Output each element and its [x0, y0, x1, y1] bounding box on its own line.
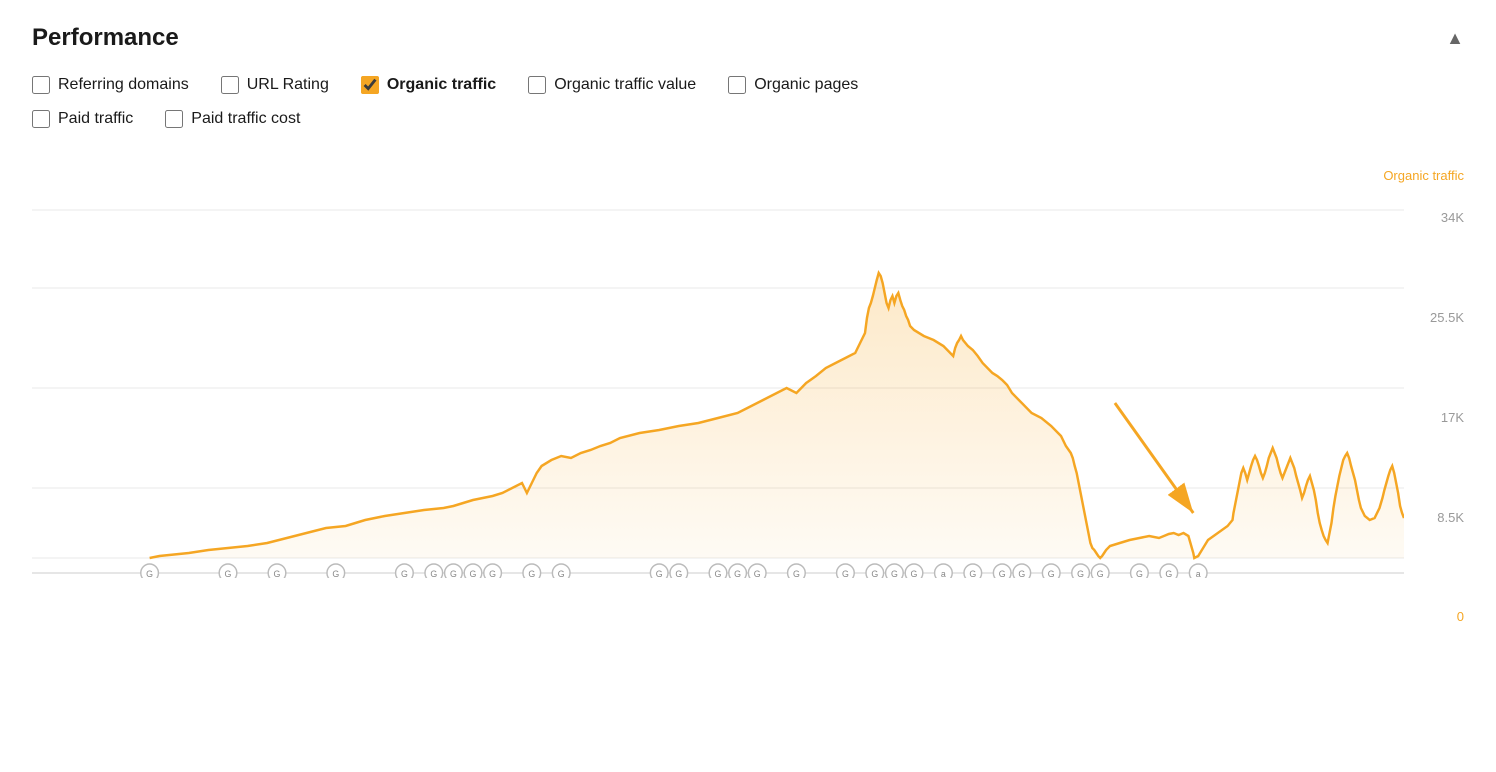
y-label-34k: 34K	[1441, 210, 1464, 225]
svg-text:G: G	[146, 569, 153, 578]
filter-paid-traffic[interactable]: Paid traffic	[32, 110, 133, 128]
svg-text:G: G	[332, 569, 339, 578]
filter-row-2: Paid traffic Paid traffic cost	[32, 110, 1464, 128]
y-label-17k: 17K	[1441, 410, 1464, 425]
svg-text:G: G	[450, 569, 457, 578]
chart-svg: G G G G G G G G G G	[32, 188, 1404, 578]
svg-text:G: G	[1136, 569, 1143, 578]
filter-organic-traffic[interactable]: Organic traffic	[361, 76, 496, 94]
svg-text:G: G	[715, 569, 722, 578]
filter-row-1: Referring domains URL Rating Organic tra…	[32, 76, 1464, 94]
checkbox-organic-pages[interactable]	[728, 76, 746, 94]
svg-text:a: a	[1196, 569, 1201, 578]
svg-text:G: G	[842, 569, 849, 578]
svg-text:G: G	[1097, 569, 1104, 578]
panel-title: Performance	[32, 24, 179, 52]
google-markers: G G G G G G G G G G	[32, 564, 1404, 578]
svg-text:G: G	[675, 569, 682, 578]
svg-text:G: G	[734, 569, 741, 578]
svg-text:G: G	[225, 569, 232, 578]
svg-text:G: G	[891, 569, 898, 578]
filter-label-paid-traffic: Paid traffic	[58, 110, 133, 128]
filter-referring-domains[interactable]: Referring domains	[32, 76, 189, 94]
svg-text:G: G	[969, 569, 976, 578]
y-label-zero: 0	[1457, 609, 1464, 624]
svg-text:G: G	[470, 569, 477, 578]
svg-text:G: G	[656, 569, 663, 578]
svg-text:G: G	[401, 569, 408, 578]
filter-paid-traffic-cost[interactable]: Paid traffic cost	[165, 110, 300, 128]
svg-text:G: G	[274, 569, 281, 578]
panel-header: Performance ▲	[32, 24, 1464, 52]
checkbox-organic-traffic-value[interactable]	[528, 76, 546, 94]
filter-organic-pages[interactable]: Organic pages	[728, 76, 858, 94]
svg-text:G: G	[528, 569, 535, 578]
checkbox-paid-traffic-cost[interactable]	[165, 110, 183, 128]
svg-text:G: G	[1018, 569, 1025, 578]
svg-text:G: G	[1048, 569, 1055, 578]
collapse-button[interactable]: ▲	[1446, 28, 1464, 49]
filter-label-paid-traffic-cost: Paid traffic cost	[191, 110, 300, 128]
svg-text:G: G	[1165, 569, 1172, 578]
panel: Performance ▲ Referring domains URL Rati…	[32, 24, 1464, 624]
svg-text:G: G	[430, 569, 437, 578]
filter-label-organic-traffic: Organic traffic	[387, 76, 496, 94]
checkbox-referring-domains[interactable]	[32, 76, 50, 94]
filter-label-organic-pages: Organic pages	[754, 76, 858, 94]
filter-organic-traffic-value[interactable]: Organic traffic value	[528, 76, 696, 94]
filter-label-organic-traffic-value: Organic traffic value	[554, 76, 696, 94]
checkbox-paid-traffic[interactable]	[32, 110, 50, 128]
svg-text:G: G	[489, 569, 496, 578]
y-label-25-5k: 25.5K	[1430, 310, 1464, 325]
svg-text:G: G	[911, 569, 918, 578]
y-label-8-5k: 8.5K	[1437, 510, 1464, 525]
checkbox-url-rating[interactable]	[221, 76, 239, 94]
svg-text:G: G	[999, 569, 1006, 578]
chart-wrapper: Organic traffic 34K 25.5K 17K 8.5K 0	[32, 144, 1464, 624]
checkbox-organic-traffic[interactable]	[361, 76, 379, 94]
filter-label-url-rating: URL Rating	[247, 76, 329, 94]
svg-text:G: G	[754, 569, 761, 578]
filter-url-rating[interactable]: URL Rating	[221, 76, 329, 94]
svg-text:G: G	[1077, 569, 1084, 578]
svg-text:G: G	[793, 569, 800, 578]
filter-label-referring-domains: Referring domains	[58, 76, 189, 94]
y-axis-title: Organic traffic	[1383, 168, 1464, 183]
svg-text:a: a	[941, 569, 946, 578]
svg-text:G: G	[558, 569, 565, 578]
svg-text:G: G	[871, 569, 878, 578]
